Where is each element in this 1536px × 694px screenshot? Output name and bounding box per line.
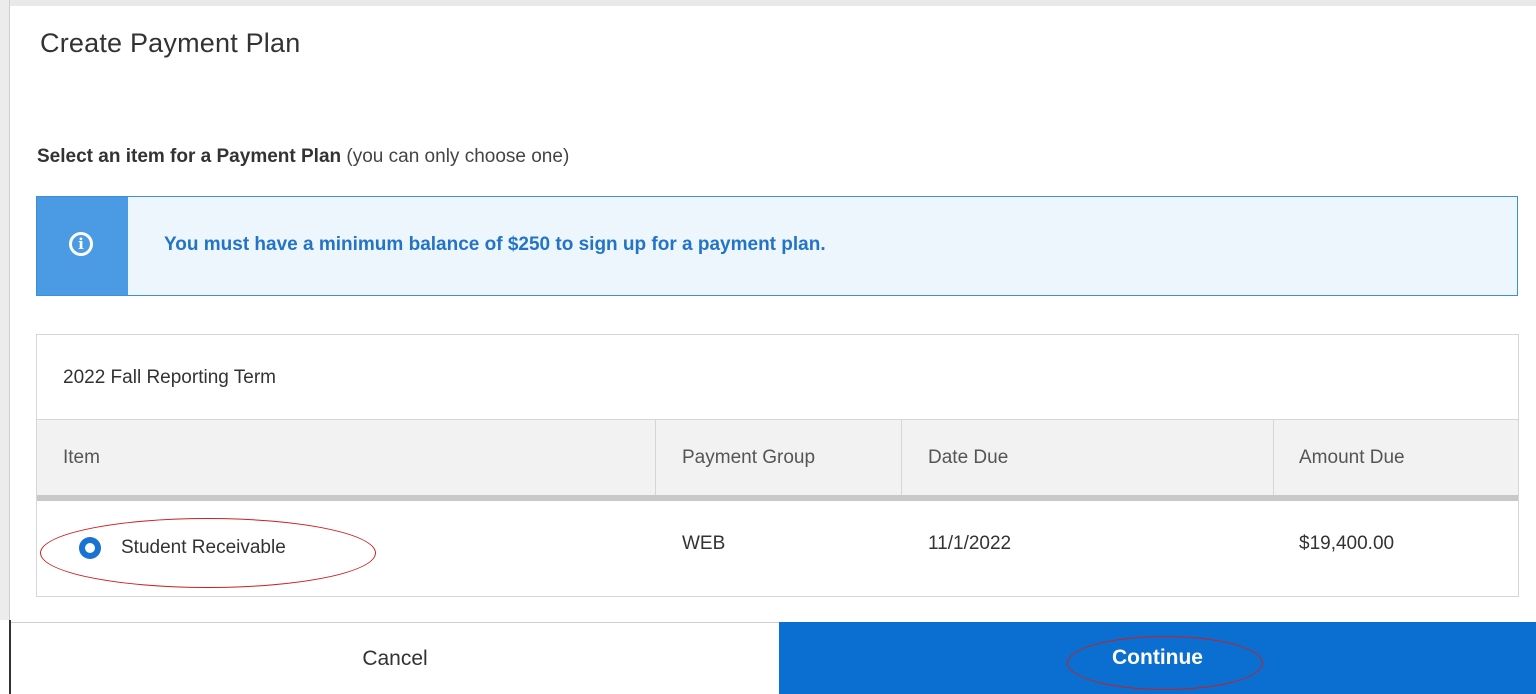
left-edge [0, 0, 10, 620]
item-radio-selected[interactable] [79, 537, 101, 559]
cancel-button[interactable]: Cancel [11, 622, 779, 694]
alert-message: You must have a minimum balance of $250 … [164, 234, 826, 255]
payment-group-value: WEB [682, 533, 726, 554]
info-icon: i [69, 232, 93, 256]
payment-plan-dialog: Create Payment Plan Select an item for a… [0, 0, 1536, 694]
continue-button[interactable]: Continue [779, 622, 1536, 694]
dialog-footer: Cancel Continue [0, 622, 1536, 694]
instruction-text: Select an item for a Payment Plan (you c… [37, 146, 569, 168]
amount-due-value: $19,400.00 [1299, 533, 1395, 554]
date-due-value: 11/1/2022 [928, 533, 1012, 554]
column-header-row: Item Payment Group Date Due Amount Due [37, 420, 1518, 501]
term-table: 2022 Fall Reporting Term Item Payment Gr… [36, 334, 1519, 597]
instruction-bold: Select an item for a Payment Plan [37, 146, 342, 167]
column-header-item: Item [63, 447, 100, 468]
info-alert: i You must have a minimum balance of $25… [36, 196, 1518, 296]
column-header-payment-group: Payment Group [682, 447, 816, 468]
item-name: Student Receivable [121, 537, 286, 558]
column-divider [1273, 420, 1274, 495]
term-header: 2022 Fall Reporting Term [37, 335, 1518, 420]
top-strip [0, 0, 1536, 6]
alert-icon-box: i [37, 197, 128, 295]
instruction-note: (you can only choose one) [346, 146, 570, 167]
column-divider [655, 420, 656, 495]
term-label: 2022 Fall Reporting Term [63, 367, 276, 388]
column-divider [901, 420, 902, 495]
dialog-title: Create Payment Plan [40, 28, 301, 58]
table-row[interactable]: Student Receivable WEB 11/1/2022 $19,400… [37, 501, 1518, 596]
column-header-amount-due: Amount Due [1299, 447, 1405, 468]
column-header-date-due: Date Due [928, 447, 1009, 468]
